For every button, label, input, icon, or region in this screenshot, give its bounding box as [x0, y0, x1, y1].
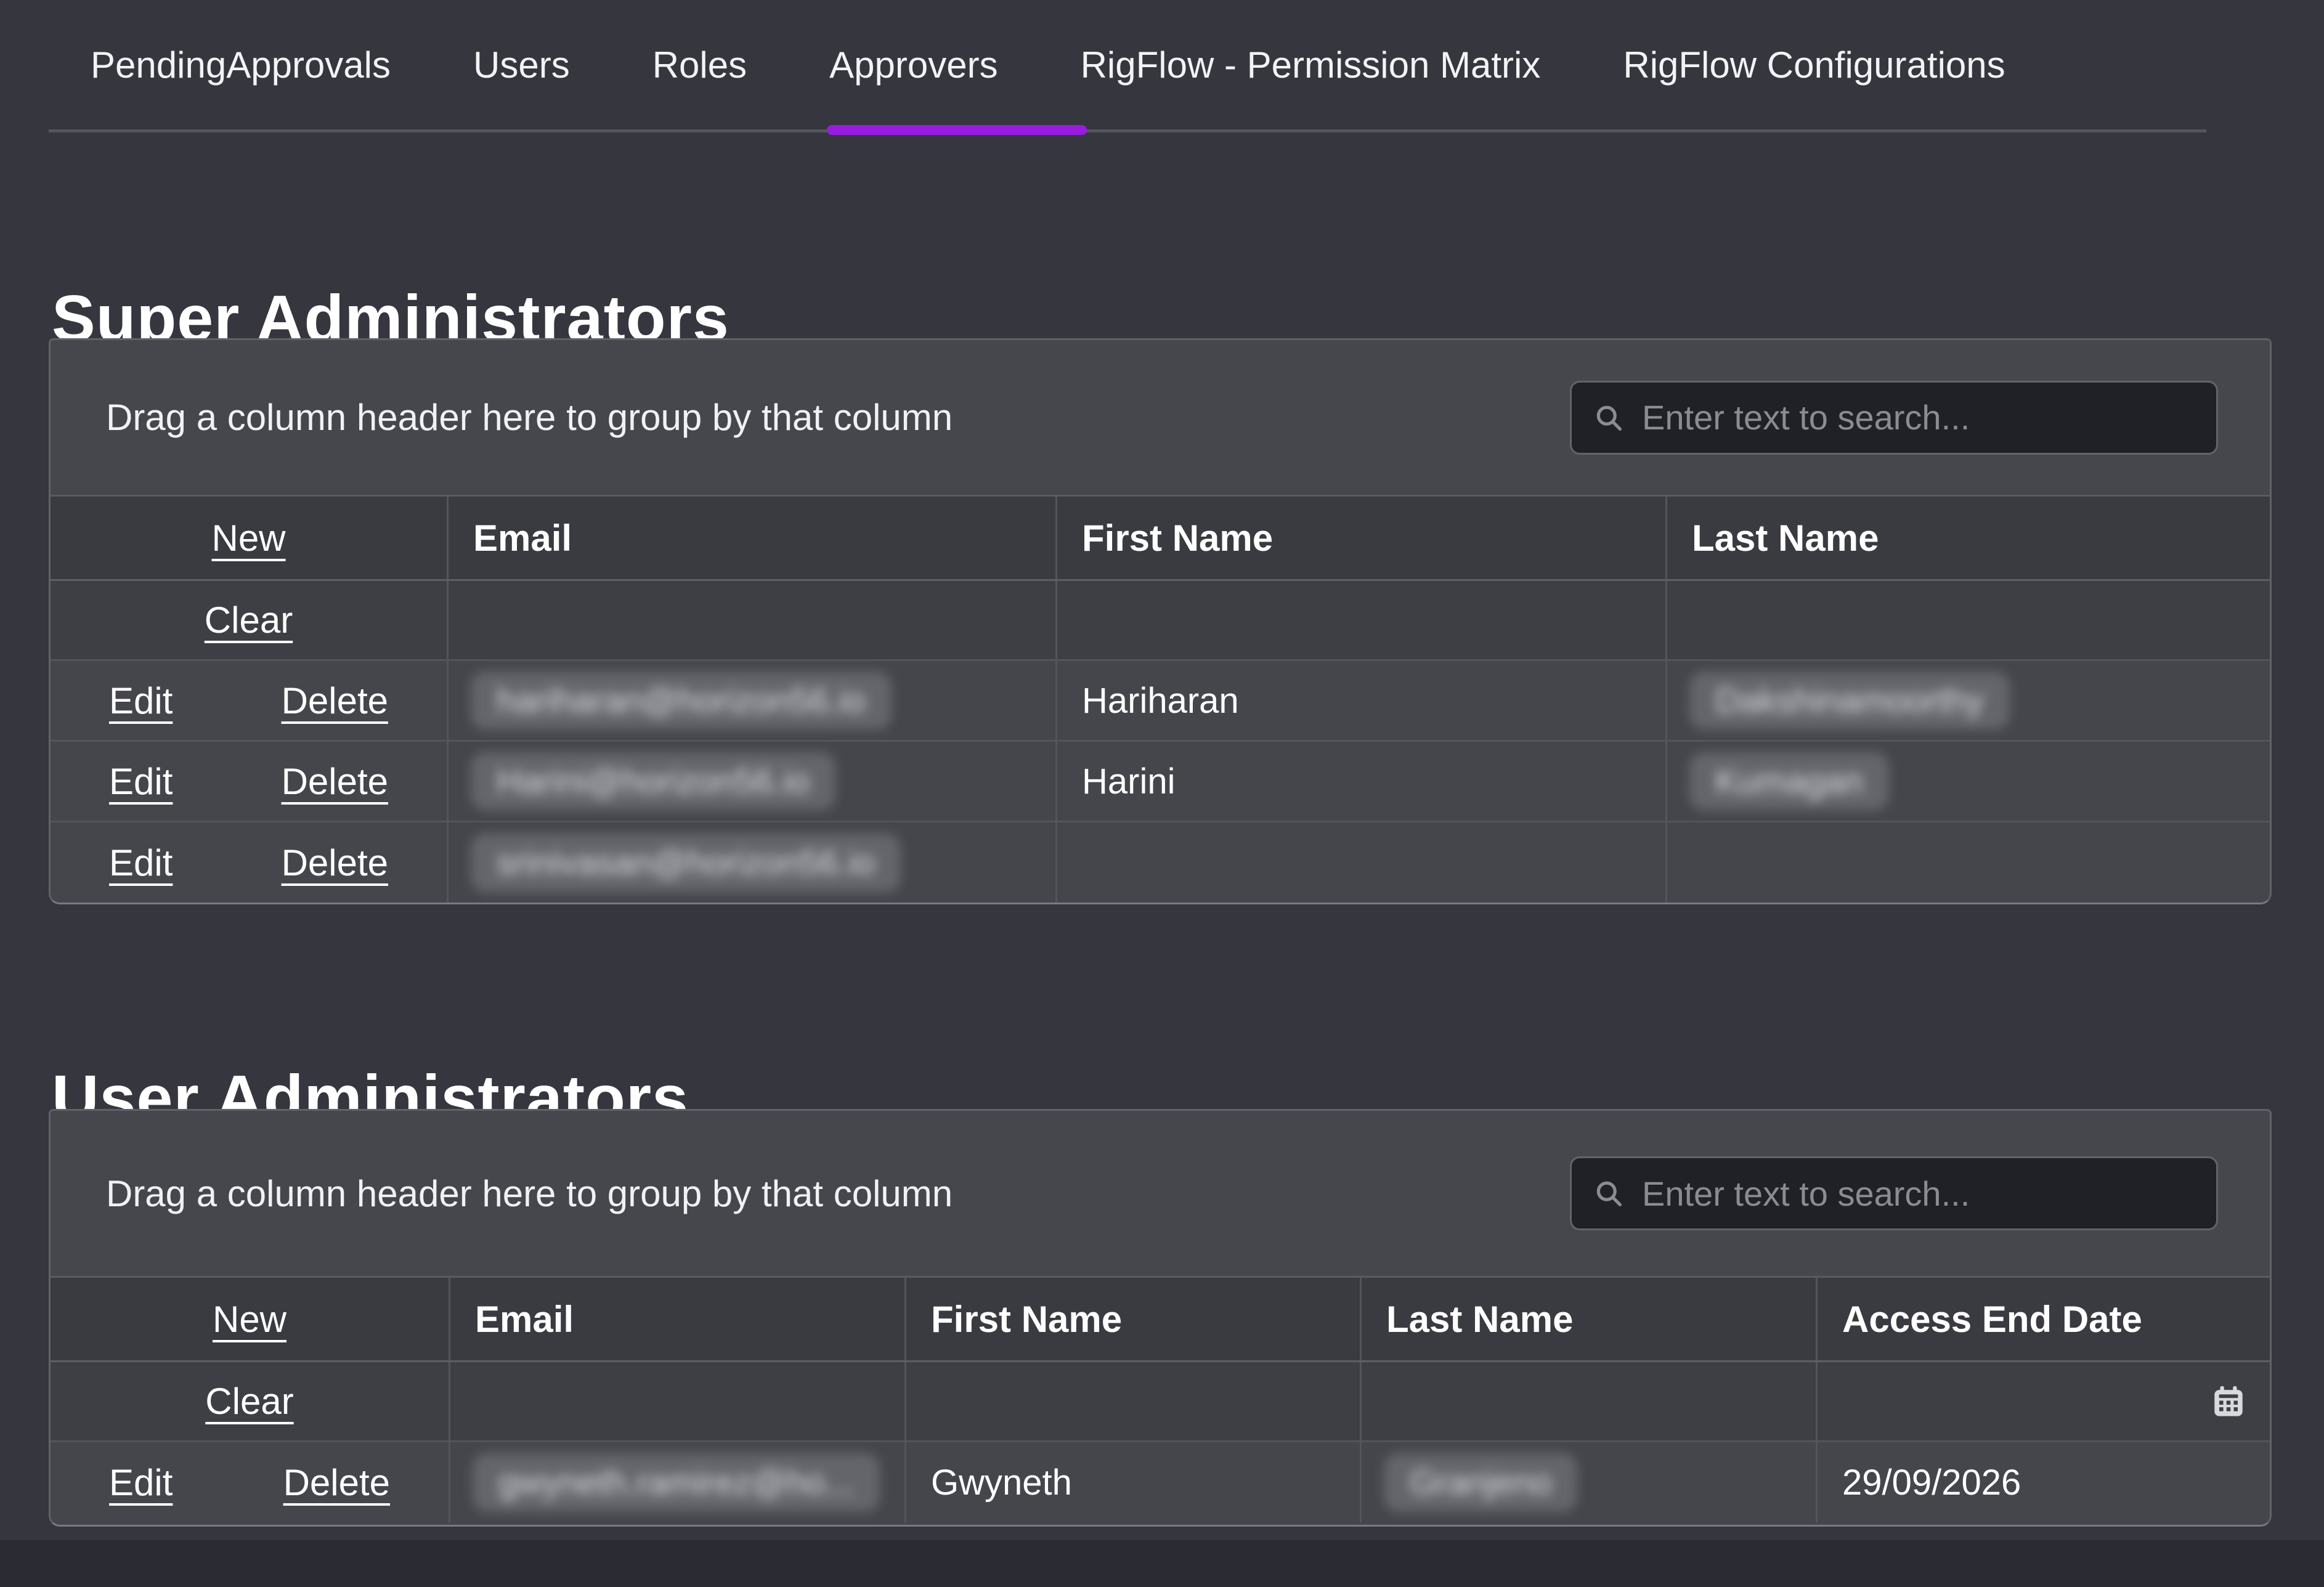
delete-button[interactable]: Delete — [282, 760, 388, 803]
clear-button[interactable]: Clear — [205, 1380, 293, 1423]
search-icon — [1593, 402, 1625, 434]
edit-button[interactable]: Edit — [109, 842, 173, 884]
search-box[interactable] — [1570, 381, 2218, 455]
group-hint: Drag a column header here to group by th… — [106, 1172, 953, 1215]
delete-button[interactable]: Delete — [282, 842, 388, 884]
cell-first-name: Gwyneth — [904, 1442, 1360, 1523]
table-row[interactable]: Edit Delete hariharan@horizon56.io Harih… — [51, 661, 2270, 742]
new-button[interactable]: New — [211, 517, 285, 559]
cell-email: Harini@horizon56.io — [447, 742, 1055, 821]
group-panel[interactable]: Drag a column header here to group by th… — [51, 340, 2270, 497]
column-header-email[interactable]: Email — [447, 497, 1055, 579]
tab-rigflow-permission-matrix[interactable]: RigFlow - Permission Matrix — [1081, 44, 1541, 86]
edit-button[interactable]: Edit — [109, 1461, 173, 1504]
group-panel[interactable]: Drag a column header here to group by th… — [51, 1111, 2270, 1278]
group-hint: Drag a column header here to group by th… — [106, 396, 953, 439]
column-header-email[interactable]: Email — [449, 1278, 904, 1360]
cell-email: srinivasan@horizon56.io — [447, 822, 1055, 903]
header-row: New Email First Name Last Name — [51, 497, 2270, 581]
tab-approvers[interactable]: Approvers — [829, 44, 997, 86]
command-column-header: New — [51, 497, 447, 579]
filter-cell-email[interactable] — [447, 581, 1055, 659]
cell-last-name: Dakshinamoorthy — [1665, 661, 2270, 740]
filter-command-cell: Clear — [51, 581, 447, 659]
column-header-first-name[interactable]: First Name — [904, 1278, 1360, 1360]
header-row: New Email First Name Last Name Access En… — [51, 1278, 2270, 1362]
column-header-last-name[interactable]: Last Name — [1360, 1278, 1816, 1360]
filter-row: Clear — [51, 1362, 2270, 1442]
cell-last-name: Granjeno — [1360, 1442, 1816, 1523]
edit-button[interactable]: Edit — [109, 680, 173, 722]
filter-cell-last-name[interactable] — [1665, 581, 2270, 659]
cell-access-end-date: 29/09/2026 — [1816, 1442, 2270, 1523]
user-administrators-grid: Drag a column header here to group by th… — [49, 1109, 2272, 1527]
super-administrators-grid: Drag a column header here to group by th… — [49, 338, 2272, 904]
command-column-header: New — [51, 1278, 449, 1360]
table-row[interactable]: Edit Delete Harini@horizon56.io Harini K… — [51, 742, 2270, 822]
search-input[interactable] — [1641, 1173, 2195, 1214]
cell-first-name: Hariharan — [1055, 661, 1665, 740]
filter-command-cell: Clear — [51, 1362, 449, 1440]
row-command-cell: Edit Delete — [51, 822, 447, 903]
tab-roles[interactable]: Roles — [652, 44, 747, 86]
filter-cell-last-name[interactable] — [1360, 1362, 1816, 1440]
table-row[interactable]: Edit Delete srinivasan@horizon56.io — [51, 822, 2270, 903]
filter-cell-access-end-date[interactable] — [1816, 1362, 2270, 1440]
filter-cell-first-name[interactable] — [904, 1362, 1360, 1440]
tab-pending-approvals[interactable]: PendingApprovals — [91, 44, 391, 86]
filter-cell-first-name[interactable] — [1055, 581, 1665, 659]
filter-cell-email[interactable] — [449, 1362, 904, 1440]
column-header-first-name[interactable]: First Name — [1055, 497, 1665, 579]
row-command-cell: Edit Delete — [51, 661, 447, 740]
delete-button[interactable]: Delete — [282, 680, 388, 722]
edit-button[interactable]: Edit — [109, 760, 173, 803]
clear-button[interactable]: Clear — [205, 599, 293, 641]
table-row[interactable]: Edit Delete gwyneth.ramirez@ho... Gwynet… — [51, 1442, 2270, 1523]
cell-first-name — [1055, 822, 1665, 903]
delete-button[interactable]: Delete — [283, 1461, 390, 1504]
search-input[interactable] — [1641, 397, 2195, 438]
search-box[interactable] — [1570, 1156, 2218, 1230]
column-header-access-end-date[interactable]: Access End Date — [1816, 1278, 2270, 1360]
new-button[interactable]: New — [213, 1298, 286, 1341]
cell-email: hariharan@horizon56.io — [447, 661, 1055, 740]
bottom-band — [0, 1540, 2324, 1587]
tab-rigflow-configurations[interactable]: RigFlow Configurations — [1623, 44, 2005, 86]
cell-first-name: Harini — [1055, 742, 1665, 821]
tab-users[interactable]: Users — [473, 44, 570, 86]
calendar-icon[interactable] — [2211, 1384, 2246, 1419]
filter-row: Clear — [51, 581, 2270, 661]
cell-last-name — [1665, 822, 2270, 903]
cell-email: gwyneth.ramirez@ho... — [449, 1442, 904, 1523]
cell-last-name: Kumagan — [1665, 742, 2270, 821]
search-icon — [1593, 1177, 1625, 1209]
active-tab-indicator — [827, 125, 1087, 135]
tab-bar: PendingApprovals Users Roles Approvers R… — [49, 0, 2206, 132]
row-command-cell: Edit Delete — [51, 742, 447, 821]
row-command-cell: Edit Delete — [51, 1442, 449, 1523]
column-header-last-name[interactable]: Last Name — [1665, 497, 2270, 579]
